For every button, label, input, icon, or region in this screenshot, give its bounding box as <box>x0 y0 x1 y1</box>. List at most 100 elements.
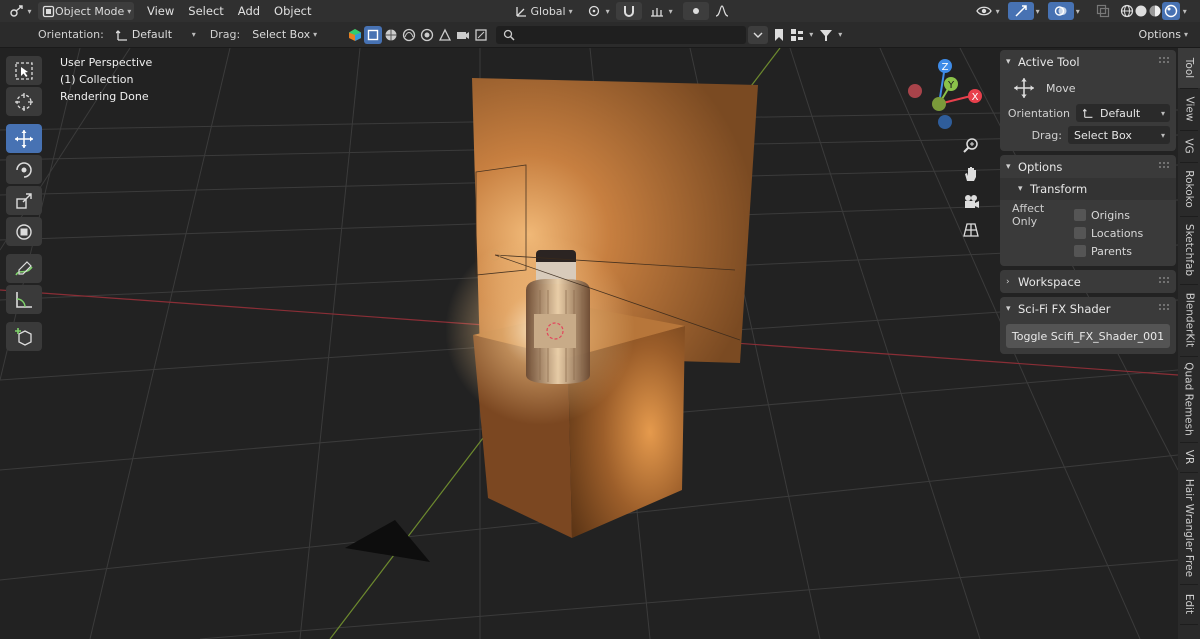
scifi-shader-header[interactable]: ▾ Sci-Fi FX Shader <box>1000 297 1176 320</box>
zoom-view-button[interactable] <box>959 134 983 158</box>
tab-vr[interactable]: VR <box>1178 442 1200 472</box>
shading-rendered-button[interactable] <box>1161 2 1180 20</box>
filter-mesh-icon[interactable] <box>382 26 400 44</box>
tab-quad-remesh[interactable]: Quad Remesh <box>1178 356 1200 442</box>
options-header[interactable]: ▾ Options <box>1000 155 1176 178</box>
drag-value: Select Box <box>1074 128 1132 142</box>
orientation-default-icon <box>114 26 132 44</box>
proportional-edit-toggle[interactable] <box>682 2 709 20</box>
origins-checkbox[interactable] <box>1074 209 1086 221</box>
camera-view-button[interactable] <box>959 190 983 214</box>
scifi-shader-panel: ▾ Sci-Fi FX Shader Toggle Scifi_FX_Shade… <box>1000 297 1176 354</box>
navigation-gizmo[interactable]: Z Y X <box>905 54 985 134</box>
tool-add-cube[interactable] <box>6 322 42 351</box>
filter-armature-icon[interactable] <box>436 26 454 44</box>
falloff-curve-icon <box>713 2 731 20</box>
drag-grip-icon[interactable] <box>1158 303 1170 311</box>
menu-add[interactable]: Add <box>231 4 267 18</box>
proportional-falloff-dropdown[interactable] <box>709 2 735 20</box>
collection-text: (1) Collection <box>60 73 134 86</box>
tab-blenderkit-label: BlenderKit <box>1183 292 1196 348</box>
menu-view[interactable]: View <box>140 4 181 18</box>
filter-camera-icon[interactable] <box>454 26 472 44</box>
shading-wireframe-icon[interactable] <box>1120 2 1134 20</box>
menu-object[interactable]: Object <box>267 4 318 18</box>
mode-dropdown[interactable]: Object Mode ▾ <box>38 2 134 20</box>
tool-move[interactable] <box>6 124 42 153</box>
projection-toggle-button[interactable] <box>959 218 983 242</box>
orientation-dropdown[interactable]: Default ▾ <box>110 26 200 44</box>
tab-view[interactable]: View <box>1178 88 1200 130</box>
tab-edit-label: Edit <box>1183 593 1195 615</box>
tab-vg-label: VG <box>1182 138 1195 154</box>
search-field[interactable] <box>496 25 747 44</box>
tool-shelf <box>6 56 42 353</box>
overlays-dropdown[interactable]: ▾ <box>1076 7 1080 16</box>
scifi-shader-title: Sci-Fi FX Shader <box>1018 301 1111 316</box>
pivot-point-dropdown[interactable]: ▾ <box>581 2 614 20</box>
affect-parents-row: Parents <box>1000 242 1176 260</box>
shading-dropdown[interactable]: ▾ <box>1183 7 1187 16</box>
tool-measure[interactable] <box>6 285 42 314</box>
bookmark-icon[interactable] <box>770 26 788 44</box>
gizmo-toggle[interactable] <box>1007 2 1034 20</box>
editor-type-button[interactable]: ▾ <box>6 2 34 20</box>
tab-quad-remesh-label: Quad Remesh <box>1183 362 1195 436</box>
toggle-scifi-shader-button[interactable]: Toggle Scifi_FX_Shader_001 <box>1006 324 1170 348</box>
tool-transform[interactable] <box>6 217 42 246</box>
filter-light-icon[interactable] <box>472 26 490 44</box>
tab-hair-wrangler[interactable]: Hair Wrangler Free <box>1178 472 1200 584</box>
overlays-toggle[interactable] <box>1047 2 1074 20</box>
layout-options-icon[interactable] <box>788 26 806 44</box>
tool-cursor[interactable] <box>6 87 42 116</box>
tab-tool[interactable]: Tool <box>1178 48 1200 88</box>
select-mode-box-button[interactable] <box>364 25 383 44</box>
locations-checkbox[interactable] <box>1074 227 1086 239</box>
drag-grip-icon[interactable] <box>1158 161 1170 169</box>
snap-toggle[interactable] <box>615 2 642 20</box>
options-dropdown[interactable]: Options ▾ <box>1135 26 1192 44</box>
magnet-icon <box>620 2 638 20</box>
object-type-filter-icon[interactable] <box>346 26 364 44</box>
view-options-button[interactable] <box>748 25 769 44</box>
tab-edit[interactable]: Edit <box>1178 584 1200 624</box>
tool-select-box[interactable] <box>6 56 42 85</box>
drag-dropdown[interactable]: Select Box ▾ <box>248 26 328 44</box>
drag-grip-icon[interactable] <box>1158 276 1170 284</box>
tab-rokoko[interactable]: Rokoko <box>1178 162 1200 216</box>
parents-checkbox[interactable] <box>1074 245 1086 257</box>
filter-curve-icon[interactable] <box>400 26 418 44</box>
orientation-label: Orientation: <box>38 28 104 41</box>
drag-dropdown[interactable]: Select Box ▾ <box>1068 126 1170 144</box>
editor-type-icon <box>9 2 25 20</box>
transform-orientation-dropdown[interactable]: Global ▾ <box>509 2 577 20</box>
tool-annotate[interactable] <box>6 254 42 283</box>
tool-scale[interactable] <box>6 186 42 215</box>
xray-toggle[interactable] <box>1090 2 1116 20</box>
transform-subheader[interactable]: ▾ Transform <box>1000 178 1176 200</box>
cursor-tool-icon <box>15 92 33 111</box>
tab-view-label: View <box>1183 96 1196 122</box>
tab-sketchfab[interactable]: Sketchfab <box>1178 216 1200 284</box>
tab-blenderkit[interactable]: BlenderKit <box>1178 284 1200 356</box>
tab-rokoko-label: Rokoko <box>1183 170 1196 208</box>
layout-dropdown[interactable]: ▾ <box>809 30 813 39</box>
snap-target-dropdown[interactable]: ▾ <box>644 2 677 20</box>
visibility-dropdown[interactable]: ▾ <box>971 2 1004 20</box>
tab-vg[interactable]: VG <box>1178 130 1200 162</box>
filter-dropdown[interactable]: ▾ <box>838 30 842 39</box>
menu-select[interactable]: Select <box>181 4 230 18</box>
shading-material-icon[interactable] <box>1148 2 1162 20</box>
pan-view-button[interactable] <box>959 162 983 186</box>
filter-surface-icon[interactable] <box>418 26 436 44</box>
shading-solid-icon[interactable] <box>1134 2 1148 20</box>
shading-rendered-icon <box>1162 2 1180 20</box>
gizmo-dropdown[interactable]: ▾ <box>1036 7 1040 16</box>
orientation-dropdown[interactable]: Default ▾ <box>1076 104 1170 122</box>
active-tool-header[interactable]: ▾ Active Tool <box>1000 50 1176 73</box>
workspace-header[interactable]: › Workspace <box>1000 270 1176 293</box>
tool-rotate[interactable] <box>6 155 42 184</box>
filter-funnel-icon[interactable] <box>817 26 835 44</box>
sidebar-panel: ▾ Active Tool Move Orientation Default ▾… <box>1000 48 1176 358</box>
drag-grip-icon[interactable] <box>1158 56 1170 64</box>
